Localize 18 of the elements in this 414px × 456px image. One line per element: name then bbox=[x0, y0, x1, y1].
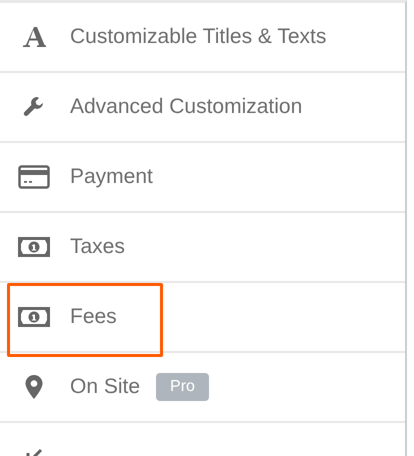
wrench-icon bbox=[23, 96, 45, 118]
menu-label: Customizable Titles & Texts bbox=[70, 25, 326, 49]
menu-label: Payment bbox=[70, 165, 153, 189]
letter-icon bbox=[21, 26, 47, 48]
banknote-icon bbox=[18, 307, 50, 327]
location-pin-icon bbox=[25, 375, 43, 399]
card-icon bbox=[18, 165, 50, 189]
pro-badge: Pro bbox=[156, 373, 209, 401]
menu-item[interactable]: Customizable Titles & Texts bbox=[0, 3, 405, 71]
menu-label: On Site bbox=[70, 375, 140, 399]
menu-item[interactable]: Payment bbox=[0, 143, 405, 211]
menu-item[interactable]: On Site Pro bbox=[0, 353, 405, 421]
menu-label: Advanced Customization bbox=[70, 95, 302, 119]
menu-label: Fees bbox=[70, 305, 117, 329]
menu-label: Taxes bbox=[70, 235, 125, 259]
menu-item[interactable]: Taxes bbox=[0, 213, 405, 281]
banknote-icon bbox=[18, 237, 50, 257]
menu-item[interactable]: Advanced Customization bbox=[0, 73, 405, 141]
